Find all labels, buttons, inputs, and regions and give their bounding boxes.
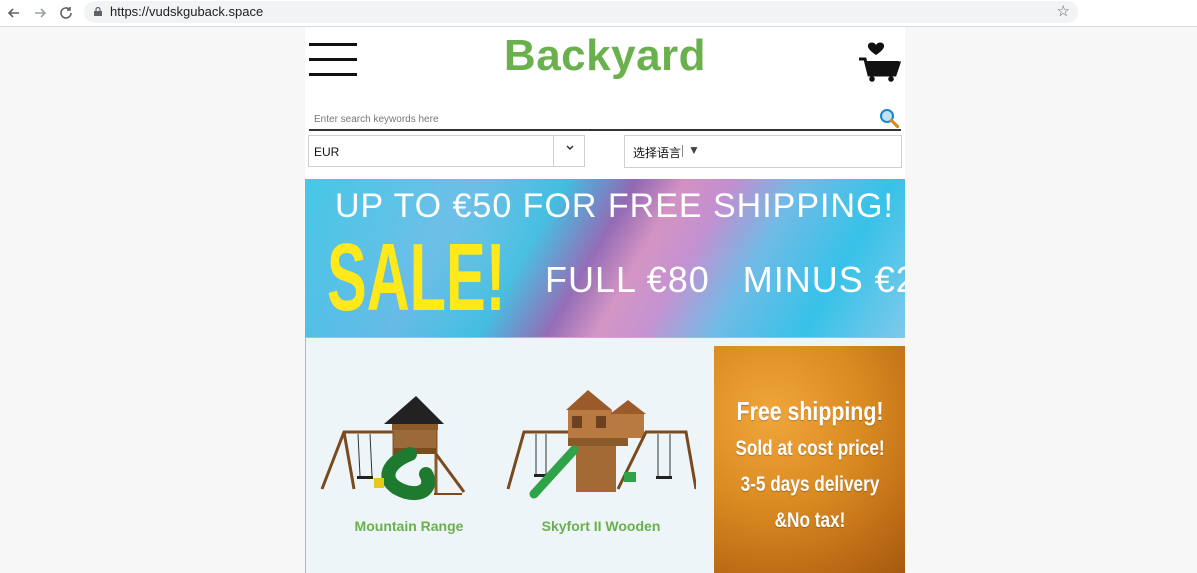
playset-image (320, 396, 466, 501)
language-select[interactable]: 选择语言 ▼ (624, 135, 902, 168)
product-card[interactable]: Mountain Range (314, 384, 504, 534)
search-input[interactable] (309, 109, 876, 129)
banner-sale-text: SALE! (327, 224, 506, 331)
site-logo[interactable]: Backyard (305, 31, 905, 81)
chevron-down-icon[interactable] (565, 143, 575, 156)
address-bar[interactable]: https://vudskguback.space ☆ (84, 1, 1078, 23)
url-text: https://vudskguback.space (110, 4, 264, 19)
magnifier-icon[interactable] (879, 108, 901, 129)
select-divider (553, 136, 554, 166)
search-bar (309, 107, 901, 131)
banner-offer: FULL €80 MINUS €20 (545, 259, 905, 300)
currency-value: EUR (314, 145, 340, 159)
language-value: 选择语言 (633, 146, 682, 160)
reload-icon[interactable] (56, 3, 76, 23)
browser-toolbar: https://vudskguback.space ☆ (0, 0, 1197, 27)
dropdown-arrow-icon[interactable]: ▼ (688, 143, 700, 157)
promo-panel[interactable]: Free shipping! Sold at cost price! 3-5 d… (714, 346, 905, 573)
currency-select[interactable]: EUR (308, 135, 585, 167)
product-name[interactable]: Mountain Range (314, 518, 504, 534)
banner-headline: UP TO €50 FOR FREE SHIPPING! (335, 187, 894, 225)
cart-heart-icon[interactable] (857, 37, 905, 83)
sale-banner[interactable]: UP TO €50 FOR FREE SHIPPING! SALE! FULL … (305, 179, 905, 337)
arrow-right-icon[interactable] (30, 3, 50, 23)
promo-line: &No tax! (774, 509, 846, 532)
select-divider (682, 145, 683, 157)
product-name[interactable]: Skyfort II Wooden (506, 518, 696, 534)
arrow-left-icon[interactable] (4, 3, 24, 23)
product-card[interactable]: Skyfort II Wooden (506, 384, 696, 534)
playset-image (506, 390, 696, 499)
product-showcase: Mountain Range Skyfort II Wooden Free sh… (305, 337, 905, 573)
star-icon[interactable]: ☆ (1057, 2, 1070, 20)
promo-line: Sold at cost price! (735, 437, 885, 460)
lock-icon (94, 7, 102, 16)
promo-line: Free shipping! (736, 396, 884, 426)
promo-line: 3-5 days delivery (740, 473, 880, 496)
page: Backyard EUR 选择语言 ▼ UP TO €5 (305, 27, 905, 573)
